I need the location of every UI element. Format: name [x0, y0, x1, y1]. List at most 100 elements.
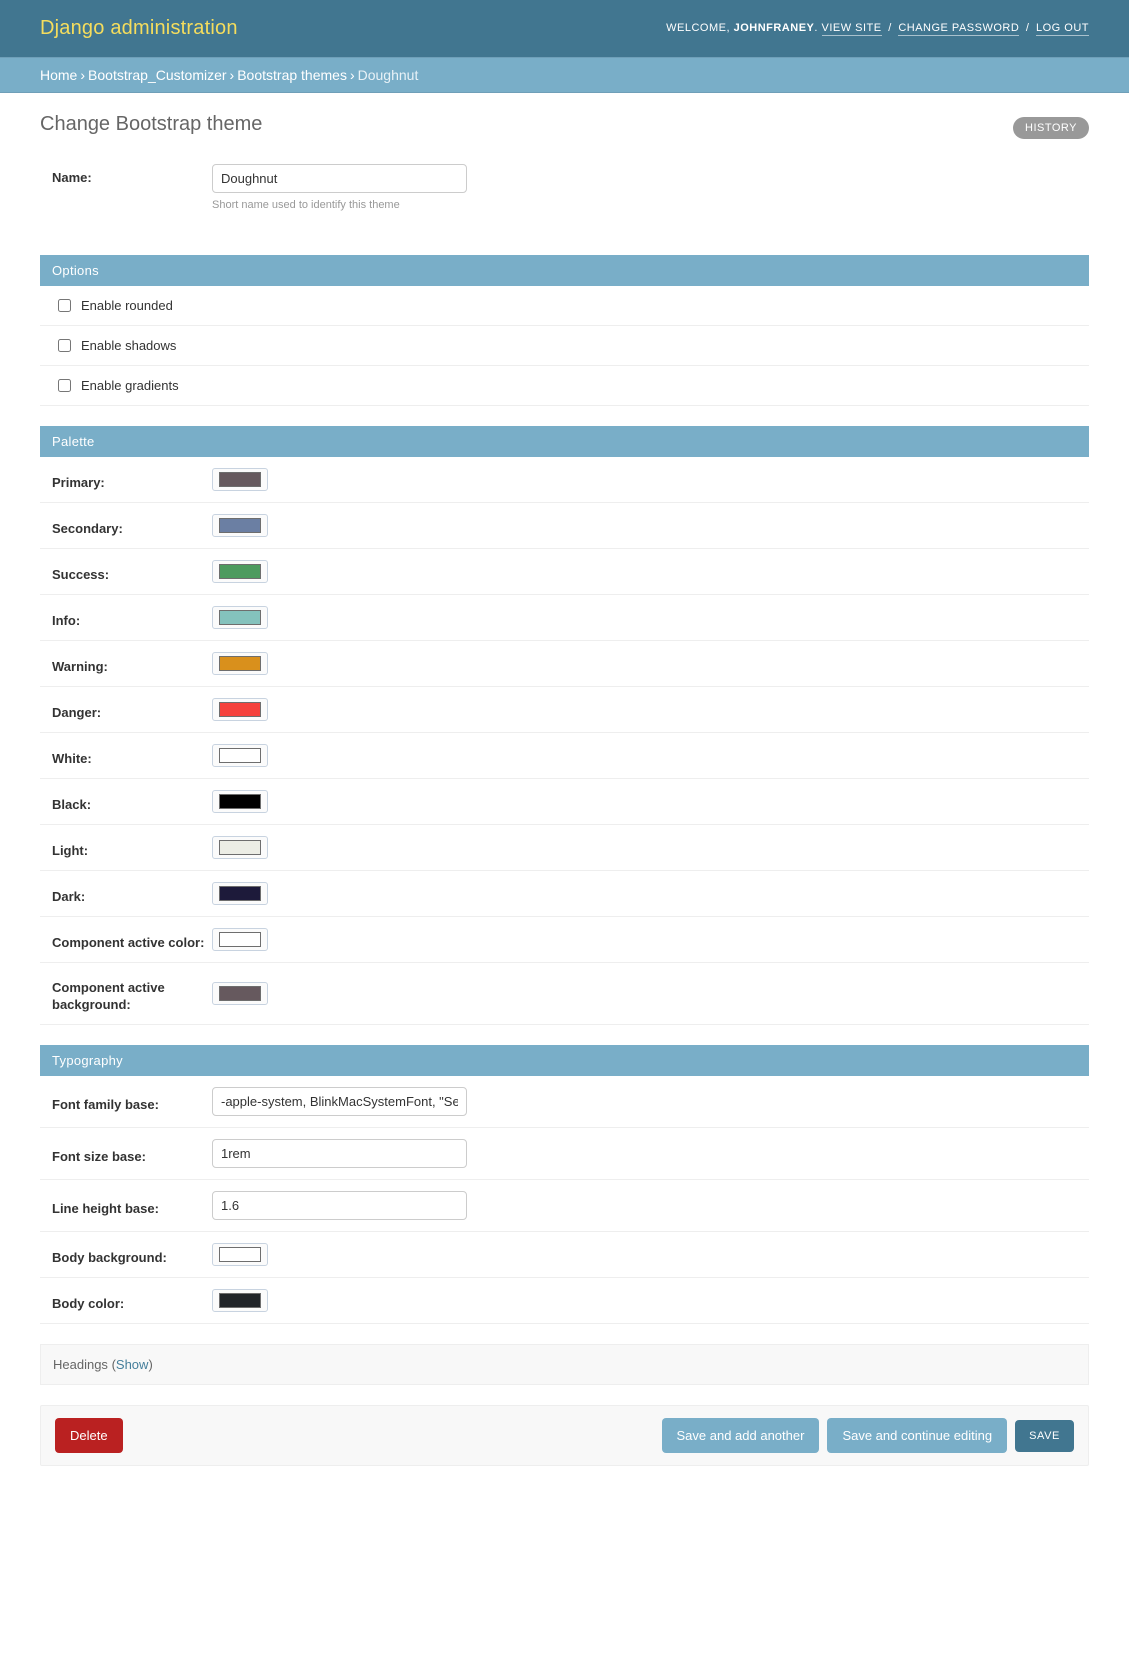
breadcrumb-separator-1: ›	[80, 67, 86, 83]
form-row-danger: Danger:	[40, 687, 1089, 733]
change-password-link[interactable]: CHANGE PASSWORD	[898, 22, 1020, 36]
headings-show-toggle[interactable]: Show	[116, 1357, 149, 1372]
component-active-color-label: Component active color:	[52, 934, 205, 950]
black-color-picker[interactable]	[212, 790, 268, 813]
danger-color-picker[interactable]	[212, 698, 268, 721]
headings-toggle-close: )	[148, 1357, 153, 1372]
breadcrumb: Home › Bootstrap_Customizer › Bootstrap them…	[0, 57, 1129, 93]
page-title: Change Bootstrap theme	[40, 113, 263, 135]
secondary-swatch	[219, 518, 261, 533]
save-button[interactable]: SAVE	[1015, 1419, 1074, 1452]
fieldset-palette: Palette Primary: Secondary: Success: Inf…	[40, 426, 1089, 1025]
headings-section-label: Headings	[53, 1357, 108, 1372]
light-color-picker[interactable]	[212, 836, 268, 859]
secondary-field-box	[212, 514, 1077, 537]
breadcrumb-separator-3: ›	[349, 67, 355, 83]
save-and-continue-editing-button[interactable]: Save and continue editing	[827, 1418, 1008, 1453]
light-field-box	[212, 836, 1077, 859]
form-row-light: Light:	[40, 825, 1089, 871]
breadcrumb-item-current: Doughnut	[357, 67, 419, 83]
welcome-text: WELCOME,	[666, 22, 731, 34]
enable-rounded-checkbox[interactable]	[58, 299, 71, 312]
component-active-background-picker[interactable]	[212, 982, 268, 1005]
success-color-picker[interactable]	[212, 560, 268, 583]
form-row-secondary: Secondary:	[40, 503, 1089, 549]
warning-swatch	[219, 656, 261, 671]
form-row-enable-shadows: Enable shadows	[40, 326, 1089, 366]
body-color-picker[interactable]	[212, 1289, 268, 1312]
fieldset-name: Name: Short name used to identify this t…	[40, 158, 1089, 225]
font-size-base-label: Font size base:	[52, 1148, 146, 1164]
enable-rounded-label[interactable]: Enable rounded	[81, 298, 173, 313]
site-title: Django administration	[40, 17, 238, 39]
history-button[interactable]: HISTORY	[1013, 117, 1089, 139]
line-height-base-field-box	[212, 1191, 1077, 1220]
component-active-color-picker[interactable]	[212, 928, 268, 951]
submit-row: Delete Save and add another Save and con…	[40, 1405, 1089, 1466]
secondary-color-picker[interactable]	[212, 514, 268, 537]
white-swatch	[219, 748, 261, 763]
warning-field-box	[212, 652, 1077, 675]
enable-shadows-label[interactable]: Enable shadows	[81, 338, 176, 353]
form-row-black: Black:	[40, 779, 1089, 825]
white-color-picker[interactable]	[212, 744, 268, 767]
success-label: Success:	[52, 566, 110, 582]
danger-label: Danger:	[52, 704, 102, 720]
body-background-field-box	[212, 1243, 1077, 1266]
name-input[interactable]	[212, 164, 467, 193]
name-help-text: Short name used to identify this theme	[212, 199, 400, 211]
white-field-box	[212, 744, 1077, 767]
form-row-enable-rounded: Enable rounded	[40, 286, 1089, 326]
dark-label: Dark:	[52, 888, 86, 904]
typography-heading: Typography	[40, 1045, 1089, 1076]
form-row-body-background: Body background:	[40, 1232, 1089, 1278]
font-family-base-input[interactable]	[212, 1087, 467, 1116]
breadcrumb-item-app[interactable]: Bootstrap_Customizer	[88, 67, 227, 83]
danger-field-box	[212, 698, 1077, 721]
delete-button[interactable]: Delete	[55, 1418, 123, 1453]
body-color-swatch	[219, 1293, 261, 1308]
primary-label: Primary:	[52, 474, 105, 490]
primary-field-box	[212, 468, 1077, 491]
headings-collapsed-section: Headings (Show)	[40, 1344, 1089, 1385]
warning-color-picker[interactable]	[212, 652, 268, 675]
view-site-link[interactable]: VIEW SITE	[821, 22, 882, 36]
font-size-base-field-box	[212, 1139, 1077, 1168]
body-background-color-picker[interactable]	[212, 1243, 268, 1266]
enable-gradients-checkbox[interactable]	[58, 379, 71, 392]
info-color-picker[interactable]	[212, 606, 268, 629]
enable-shadows-checkbox[interactable]	[58, 339, 71, 352]
options-heading: Options	[40, 255, 1089, 286]
fieldset-typography: Typography Font family base: Font size b…	[40, 1045, 1089, 1324]
form-row-white: White:	[40, 733, 1089, 779]
font-family-base-label: Font family base:	[52, 1096, 159, 1112]
info-swatch	[219, 610, 261, 625]
username: JOHNFRANEY	[733, 22, 815, 34]
object-tools: HISTORY	[1013, 117, 1089, 139]
save-and-add-another-button[interactable]: Save and add another	[661, 1418, 820, 1453]
line-height-base-input[interactable]	[212, 1191, 467, 1220]
font-size-base-input[interactable]	[212, 1139, 467, 1168]
welcome-period: .	[814, 22, 818, 34]
info-label: Info:	[52, 612, 81, 628]
log-out-link[interactable]: LOG OUT	[1035, 22, 1089, 36]
body-background-swatch	[219, 1247, 261, 1262]
black-swatch	[219, 794, 261, 809]
primary-color-picker[interactable]	[212, 468, 268, 491]
light-swatch	[219, 840, 261, 855]
body-background-label: Body background:	[52, 1249, 167, 1265]
enable-gradients-label[interactable]: Enable gradients	[81, 378, 179, 393]
form-row-enable-gradients: Enable gradients	[40, 366, 1089, 406]
breadcrumb-separator-2: ›	[229, 67, 235, 83]
black-label: Black:	[52, 796, 92, 812]
component-active-color-swatch	[219, 932, 261, 947]
form-row-line-height-base: Line height base:	[40, 1180, 1089, 1232]
black-field-box	[212, 790, 1077, 813]
form-row-font-size-base: Font size base:	[40, 1128, 1089, 1180]
form-row-body-color: Body color:	[40, 1278, 1089, 1324]
dark-color-picker[interactable]	[212, 882, 268, 905]
light-label: Light:	[52, 842, 89, 858]
breadcrumb-item-model[interactable]: Bootstrap themes	[237, 67, 347, 83]
success-field-box	[212, 560, 1077, 583]
breadcrumb-item-home[interactable]: Home	[40, 67, 77, 83]
